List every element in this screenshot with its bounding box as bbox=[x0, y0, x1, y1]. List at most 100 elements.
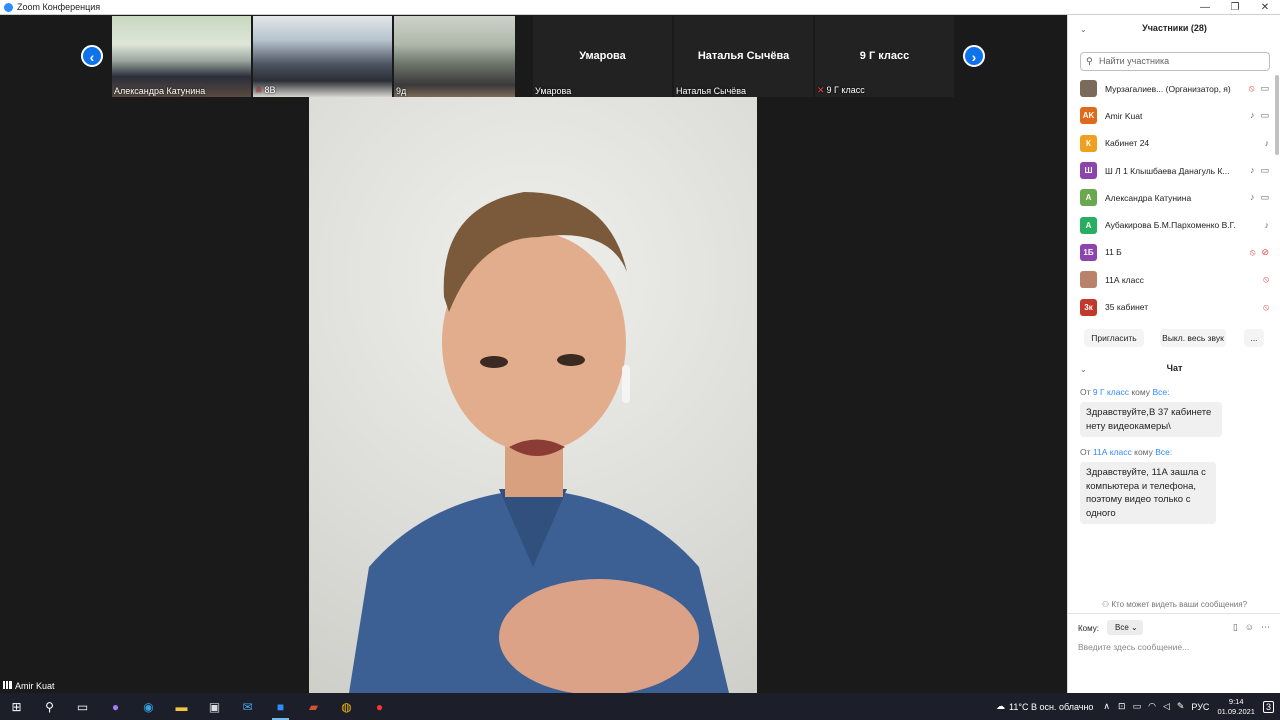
mute-all-button[interactable]: Выкл. весь звук bbox=[1160, 329, 1226, 347]
avatar: К bbox=[1080, 134, 1097, 152]
minimize-button[interactable]: — bbox=[1190, 0, 1220, 15]
participants-title: Участники (28) bbox=[1142, 23, 1207, 33]
video-icon[interactable]: ▭ bbox=[1260, 165, 1269, 176]
participant-row[interactable]: А Александра Катунина ♪ ▭ bbox=[1068, 184, 1273, 211]
participant-row[interactable]: 1Б 11 Б ⦸ ⊘ bbox=[1068, 239, 1273, 266]
powerpoint-icon[interactable]: ▰ bbox=[297, 693, 330, 720]
participant-name: 35 кабинет bbox=[1105, 302, 1149, 313]
mic-muted-icon[interactable]: ⦸ bbox=[1263, 302, 1269, 313]
chat-tools: ▯ ☺ ⋯ bbox=[1233, 622, 1270, 633]
language-indicator[interactable]: РУС bbox=[1191, 702, 1209, 712]
video-icon[interactable]: ▭ bbox=[1260, 192, 1269, 203]
participant-scrollbar[interactable] bbox=[1275, 75, 1279, 155]
clock[interactable]: 9:14 01.09.2021 bbox=[1217, 697, 1255, 717]
participant-status: ♪ bbox=[1265, 220, 1270, 230]
video-thumb[interactable]: Умарова Умарова bbox=[533, 16, 672, 97]
participant-row[interactable]: А Аубакирова Б.М.Пархоменко В.Г. ♪ bbox=[1068, 211, 1273, 238]
notifications-icon[interactable]: 3 bbox=[1262, 700, 1274, 713]
chevron-down-icon: ⌄ bbox=[1131, 623, 1138, 632]
next-page-button[interactable]: › bbox=[963, 45, 985, 67]
video-thumb[interactable]: 9д bbox=[394, 16, 515, 97]
participant-row[interactable]: 11А класс ⦸ bbox=[1068, 266, 1273, 293]
thumbnail-strip: ‹ Александра Катунина ✕ 8В 9д Умарова Ума… bbox=[0, 15, 1067, 98]
recipient-select[interactable]: Все ⌄ bbox=[1107, 620, 1143, 635]
search-icon[interactable]: ⚲ bbox=[33, 693, 66, 720]
more-button[interactable]: ... bbox=[1244, 329, 1264, 347]
task-view-icon[interactable]: ▭ bbox=[66, 693, 99, 720]
participant-actions: Пригласить Выкл. весь звук ... bbox=[1068, 329, 1280, 347]
recipient-link[interactable]: Все: bbox=[1155, 447, 1172, 457]
participant-status: ♪ ▭ bbox=[1250, 110, 1269, 121]
mic-icon[interactable]: ♪ bbox=[1250, 110, 1255, 121]
mic-muted-icon[interactable]: ⦸ bbox=[1249, 83, 1255, 94]
thumb-bigname: Умарова bbox=[579, 50, 626, 62]
weather-text[interactable]: 11°C В осн. облачно bbox=[1009, 702, 1093, 712]
mic-icon[interactable]: ♪ bbox=[1250, 165, 1255, 176]
message-meta: От 9 Г класс кому Все: bbox=[1080, 387, 1170, 397]
explorer-icon[interactable]: ▬ bbox=[165, 693, 198, 720]
video-area: ‹ Александра Катунина ✕ 8В 9д Умарова Ума… bbox=[0, 15, 1067, 693]
participant-row[interactable]: ШШ Л 1 Клышбаева Данагуль К... ♪ ▭ bbox=[1068, 157, 1273, 184]
edge-icon[interactable]: ◉ bbox=[132, 693, 165, 720]
window-titlebar: Zoom Конференция — ❐ ✕ bbox=[0, 0, 1280, 15]
self-name-label: Amir Kuat bbox=[3, 681, 55, 691]
volume-icon[interactable]: ◁ bbox=[1163, 701, 1170, 712]
more-icon[interactable]: ⋯ bbox=[1261, 622, 1270, 633]
participant-row[interactable]: К Кабинет 24 ♪ bbox=[1068, 130, 1273, 157]
who-can-see-link[interactable]: ⚇ Кто может видеть ваши сообщения? bbox=[1068, 600, 1280, 609]
avatar: AK bbox=[1080, 107, 1097, 125]
battery-icon[interactable]: ▭ bbox=[1133, 701, 1142, 712]
invite-button[interactable]: Пригласить bbox=[1084, 329, 1144, 347]
video-icon[interactable]: ▭ bbox=[1260, 83, 1269, 94]
mic-muted-icon[interactable]: ⦸ bbox=[1263, 274, 1269, 285]
mic-icon[interactable]: ♪ bbox=[1265, 220, 1270, 230]
prev-page-button[interactable]: ‹ bbox=[81, 45, 103, 67]
mic-icon[interactable]: ♪ bbox=[1265, 138, 1270, 148]
active-speaker-video[interactable] bbox=[309, 97, 757, 693]
signal-bars-icon bbox=[3, 681, 12, 689]
sender-link[interactable]: 11А класс bbox=[1093, 447, 1132, 457]
mic-icon[interactable]: ♪ bbox=[1250, 192, 1255, 203]
sender-link[interactable]: 9 Г класс bbox=[1093, 387, 1129, 397]
emoji-icon[interactable]: ☺ bbox=[1245, 622, 1254, 633]
window-title: Zoom Конференция bbox=[17, 2, 101, 12]
avatar: 1Б bbox=[1080, 243, 1097, 261]
participant-status: ♪ ▭ bbox=[1250, 192, 1269, 203]
video-thumb[interactable]: Александра Катунина bbox=[112, 16, 251, 97]
network-icon[interactable]: ⊡ bbox=[1118, 701, 1126, 712]
participant-list: Мурзагалиев... (Организатор, я) ⦸ ▭ AK Amir … bbox=[1068, 75, 1273, 321]
video-thumb[interactable]: 9 Г класс ✕ 9 Г класс bbox=[815, 16, 954, 97]
mic-off-icon: ✕ bbox=[255, 85, 263, 95]
mail-icon[interactable]: ✉ bbox=[231, 693, 264, 720]
zoom-taskbar-icon[interactable]: ■ bbox=[264, 693, 297, 720]
tray-arrow-icon[interactable]: ∧ bbox=[1103, 701, 1110, 712]
mic-muted-icon[interactable]: ⦸ bbox=[1250, 247, 1256, 258]
wifi-icon[interactable]: ◠ bbox=[1148, 701, 1156, 712]
participant-row[interactable]: Мурзагалиев... (Организатор, я) ⦸ ▭ bbox=[1068, 75, 1273, 102]
video-icon[interactable]: ▭ bbox=[1260, 110, 1269, 121]
chat-message-input[interactable]: Введите здесь сообщение... bbox=[1078, 642, 1189, 652]
recipient-link[interactable]: Все: bbox=[1152, 387, 1169, 397]
thumb-bigname: Наталья Сычёва bbox=[697, 50, 790, 62]
weather-icon: ☁ bbox=[996, 701, 1006, 711]
participant-name: Ш Л 1 Клышбаева Данагуль К... bbox=[1105, 165, 1230, 176]
avatar: А bbox=[1080, 216, 1097, 234]
input-icon[interactable]: ✎ bbox=[1177, 701, 1185, 712]
video-thumb[interactable]: Наталья Сычёва Наталья Сычёва bbox=[674, 16, 813, 97]
close-button[interactable]: ✕ bbox=[1250, 0, 1280, 15]
chrome-icon[interactable]: ◍ bbox=[330, 693, 363, 720]
windows-start-icon[interactable]: ⊞ bbox=[0, 693, 33, 720]
participant-row[interactable]: AK Amir Kuat ♪ ▭ bbox=[1068, 102, 1273, 129]
file-icon[interactable]: ▯ bbox=[1233, 622, 1238, 633]
yandex-icon[interactable]: ● bbox=[363, 693, 396, 720]
participant-status: ♪ ▭ bbox=[1250, 165, 1269, 176]
maximize-button[interactable]: ❐ bbox=[1220, 0, 1250, 15]
participant-name: Аубакирова Б.М.Пархоменко В.Г. bbox=[1105, 220, 1236, 231]
participant-name: Кабинет 24 bbox=[1105, 138, 1150, 149]
store-icon[interactable]: ▣ bbox=[198, 693, 231, 720]
video-off-icon[interactable]: ⊘ bbox=[1261, 247, 1269, 258]
participant-search-input[interactable]: ⚲ Найти участника bbox=[1080, 52, 1270, 71]
alice-icon[interactable]: ● bbox=[99, 693, 132, 720]
video-thumb[interactable]: ✕ 8В bbox=[253, 16, 392, 97]
participant-row[interactable]: 3к 35 кабинет ⦸ bbox=[1068, 293, 1273, 320]
